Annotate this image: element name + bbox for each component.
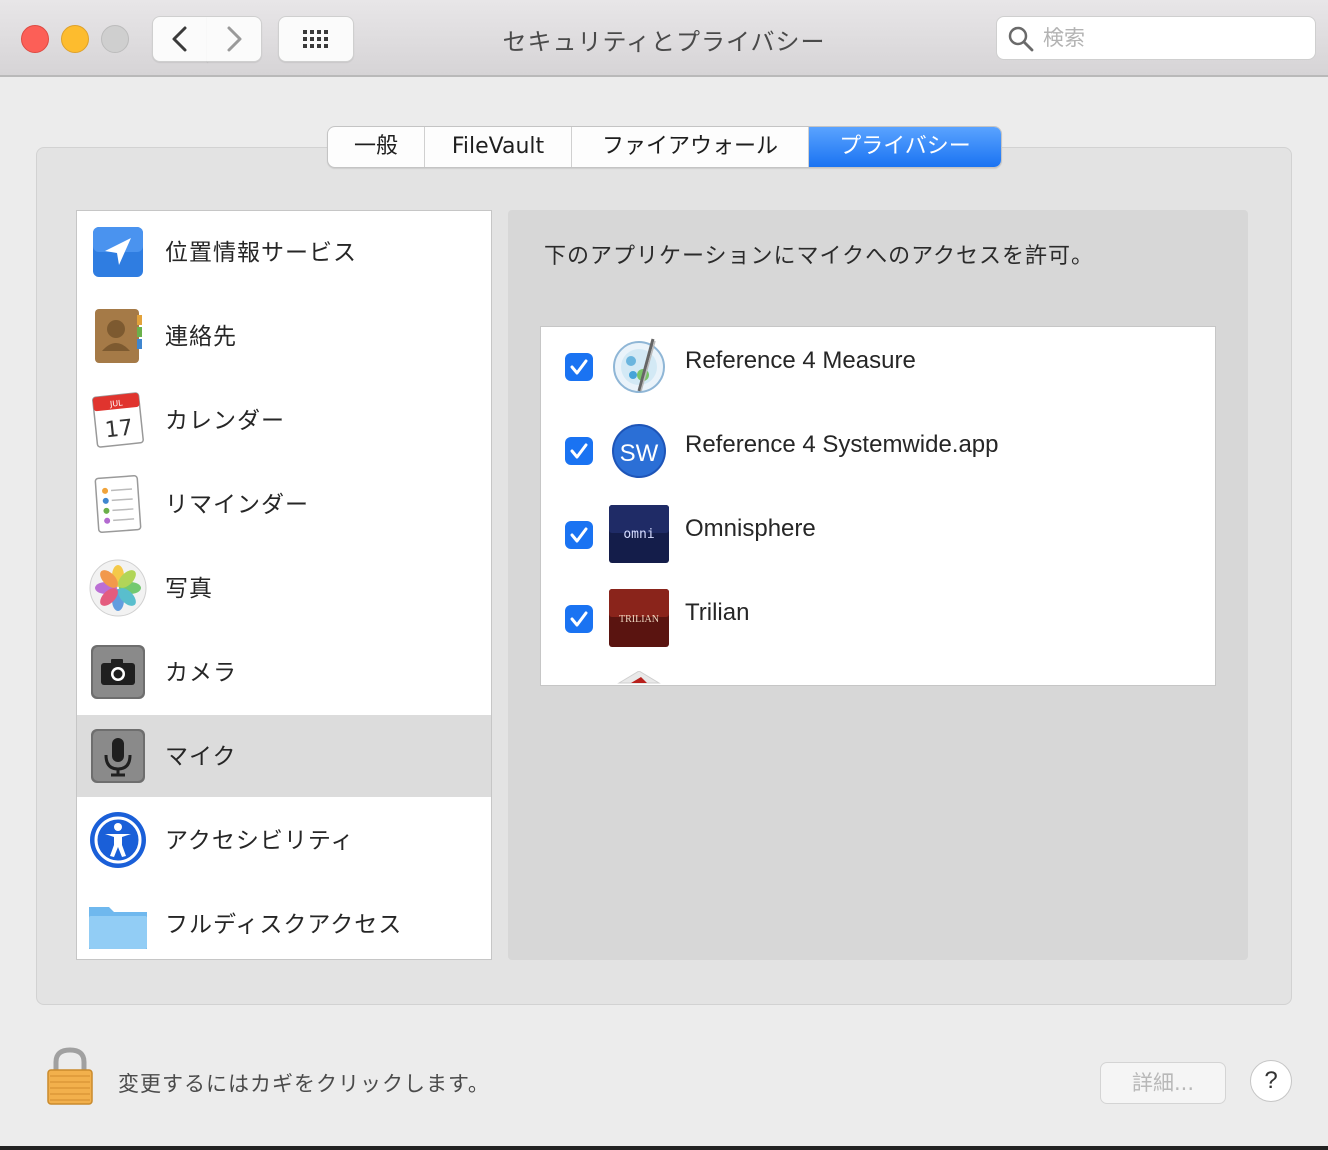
folder-icon bbox=[89, 907, 147, 949]
app-name: Reference 4 Systemwide.app bbox=[685, 431, 999, 458]
svg-text:SW: SW bbox=[620, 440, 659, 467]
calendar-icon: JUL 17 bbox=[92, 392, 144, 448]
privacy-category-list: 位置情報サービス 連絡先 JUL 17 カレンダー リマインダー 写真 カメラ … bbox=[76, 210, 492, 960]
tab-general[interactable]: 一般 bbox=[328, 127, 425, 167]
camera-icon bbox=[91, 645, 145, 699]
app-row-omnisphere: omni Omnisphere bbox=[541, 495, 1215, 579]
systemwide-icon: SW bbox=[612, 424, 666, 478]
category-label: 写真 bbox=[165, 576, 213, 602]
category-label: フルディスクアクセス bbox=[165, 912, 403, 938]
app-permission-list: Reference 4 Measure SW Reference 4 Syste… bbox=[540, 326, 1216, 686]
advanced-button[interactable]: 詳細... bbox=[1100, 1062, 1226, 1104]
search-field[interactable] bbox=[996, 16, 1316, 60]
category-contacts[interactable]: 連絡先 bbox=[77, 295, 491, 377]
accessibility-icon bbox=[90, 812, 146, 868]
app-name: Omnisphere bbox=[685, 515, 816, 542]
tab-firewall[interactable]: ファイアウォール bbox=[572, 127, 809, 167]
title-bar: セキュリティとプライバシー bbox=[0, 0, 1328, 77]
app-permission-checkbox[interactable] bbox=[565, 521, 593, 549]
svg-text:17: 17 bbox=[104, 416, 134, 444]
microphone-icon bbox=[91, 729, 145, 783]
category-label: カメラ bbox=[165, 660, 237, 686]
category-label: アクセシビリティ bbox=[165, 828, 355, 854]
tab-filevault[interactable]: FileVault bbox=[425, 127, 572, 167]
reminders-icon bbox=[94, 475, 142, 533]
tab-privacy[interactable]: プライバシー bbox=[809, 127, 1001, 167]
category-accessibility[interactable]: アクセシビリティ bbox=[77, 799, 491, 881]
category-label: 位置情報サービス bbox=[165, 240, 357, 266]
reference-measure-icon bbox=[613, 338, 665, 393]
help-button[interactable]: ? bbox=[1250, 1060, 1292, 1102]
lock-icon[interactable] bbox=[44, 1046, 96, 1108]
category-calendar[interactable]: JUL 17 カレンダー bbox=[77, 379, 491, 461]
preferences-window: セキュリティとプライバシー 一般 FileVault ファイアウォール プライバ… bbox=[0, 0, 1328, 1146]
category-label: リマインダー bbox=[165, 492, 309, 518]
app-row-reference-measure: Reference 4 Measure bbox=[541, 327, 1215, 411]
checkmark-icon bbox=[570, 611, 588, 627]
category-label: カレンダー bbox=[165, 408, 285, 434]
tab-bar: 一般 FileVault ファイアウォール プライバシー bbox=[327, 126, 1002, 168]
contacts-book-icon bbox=[95, 309, 142, 363]
app-icon bbox=[617, 671, 661, 684]
category-camera[interactable]: カメラ bbox=[77, 631, 491, 713]
app-row-trilian: TRILIAN Trilian bbox=[541, 579, 1215, 663]
location-arrow-icon bbox=[93, 227, 143, 277]
microphone-access-panel: 下のアプリケーションにマイクへのアクセスを許可。 Reference 4 Mea… bbox=[508, 210, 1248, 960]
checkmark-icon bbox=[570, 527, 588, 543]
category-label: 連絡先 bbox=[165, 324, 237, 350]
svg-text:TRILIAN: TRILIAN bbox=[619, 614, 659, 625]
app-permission-checkbox[interactable] bbox=[565, 437, 593, 465]
svg-text:omni: omni bbox=[623, 527, 654, 542]
category-full-disk-access[interactable]: フルディスクアクセス bbox=[77, 883, 491, 959]
search-icon bbox=[1008, 26, 1034, 52]
checkmark-icon bbox=[570, 443, 588, 459]
app-permission-checkbox[interactable] bbox=[565, 353, 593, 381]
panel-description: 下のアプリケーションにマイクへのアクセスを許可。 bbox=[544, 244, 1095, 269]
omnisphere-icon: omni bbox=[609, 505, 669, 563]
app-name: Trilian bbox=[685, 599, 750, 626]
svg-text:JUL: JUL bbox=[109, 398, 124, 408]
category-photos[interactable]: 写真 bbox=[77, 547, 491, 629]
app-name: Reference 4 Measure bbox=[685, 347, 916, 374]
checkmark-icon bbox=[570, 359, 588, 375]
trilian-icon: TRILIAN bbox=[609, 589, 669, 647]
category-reminders[interactable]: リマインダー bbox=[77, 463, 491, 545]
lock-hint-text: 変更するにはカギをクリックします。 bbox=[118, 1072, 490, 1096]
app-permission-checkbox[interactable] bbox=[565, 605, 593, 633]
category-location-services[interactable]: 位置情報サービス bbox=[77, 211, 491, 293]
search-input[interactable] bbox=[1041, 23, 1305, 53]
app-row-reference-systemwide: SW Reference 4 Systemwide.app bbox=[541, 411, 1215, 495]
category-microphone[interactable]: マイク bbox=[77, 715, 491, 797]
category-label: マイク bbox=[165, 744, 237, 770]
photos-icon bbox=[89, 559, 147, 617]
app-row-partial bbox=[541, 663, 1215, 685]
